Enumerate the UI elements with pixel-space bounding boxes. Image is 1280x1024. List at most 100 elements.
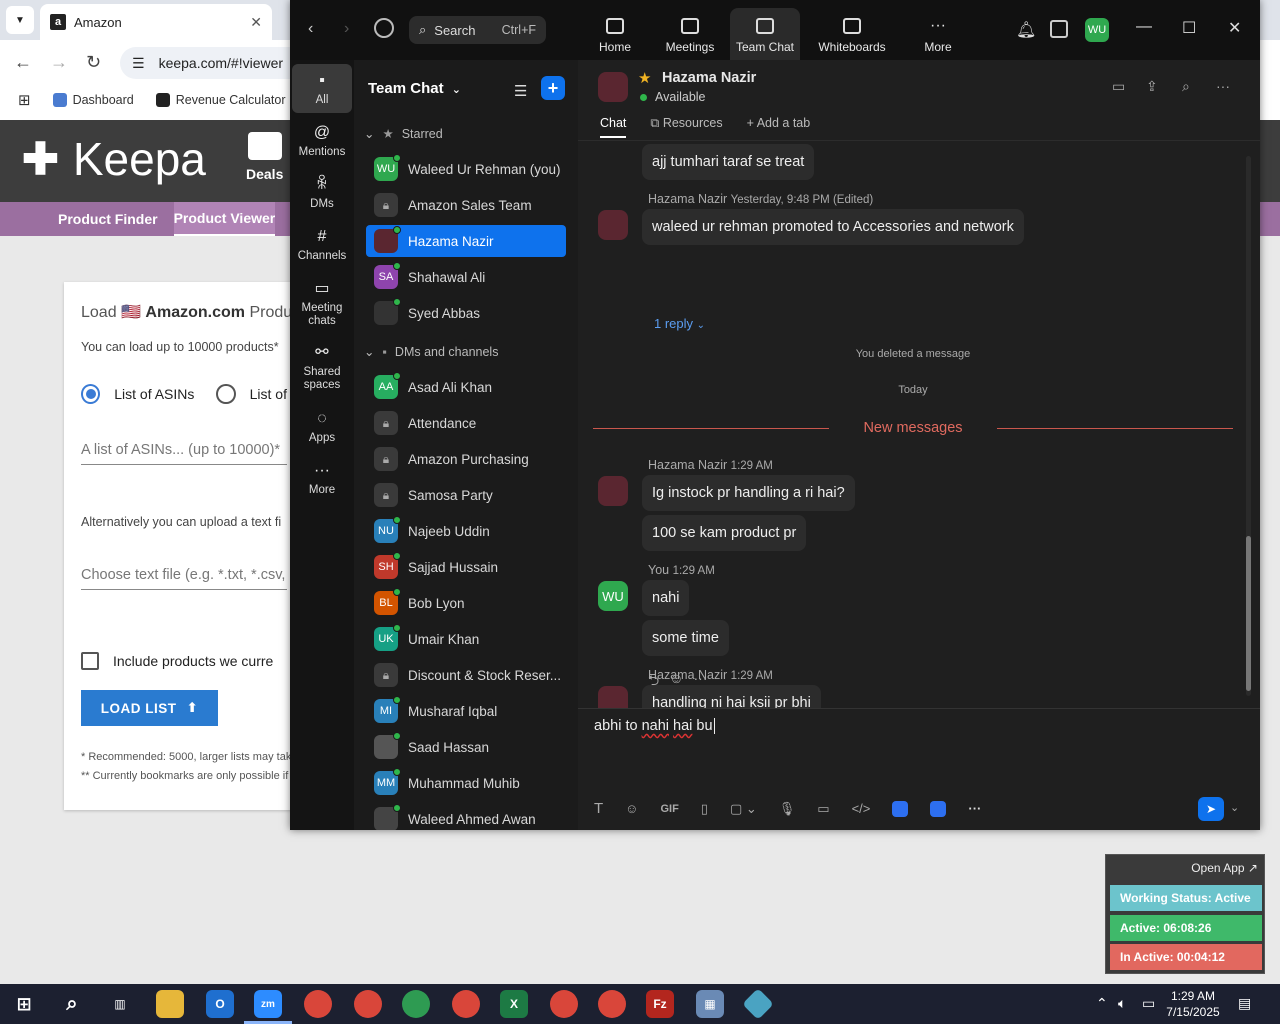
filter-icon[interactable]: ☰ xyxy=(514,82,527,100)
bookmark-revenue-calculator[interactable]: Revenue Calculator xyxy=(155,93,286,107)
calendar-icon[interactable] xyxy=(1050,20,1068,38)
gif-button[interactable]: GIF xyxy=(660,803,678,815)
file-icon[interactable]: ▯ xyxy=(701,801,708,817)
conversation-row[interactable]: Hazama Nazir xyxy=(366,225,566,257)
reload-icon[interactable]: ↻ xyxy=(86,52,101,73)
apps-grid-icon[interactable]: ⊞ xyxy=(18,91,31,109)
video-message-icon[interactable]: ▭ xyxy=(817,801,829,817)
contact-avatar[interactable] xyxy=(598,72,628,102)
tab-meetings[interactable]: Meetings xyxy=(660,8,720,60)
chrome-icon[interactable] xyxy=(550,990,578,1018)
taskbar-clock[interactable]: 1:29 AM 7/15/2025 xyxy=(1160,988,1226,1020)
load-list-button[interactable]: LOAD LIST ⬆ xyxy=(81,690,218,726)
chrome-icon[interactable] xyxy=(304,990,332,1018)
rail-all[interactable]: ▪ All xyxy=(292,64,352,113)
video-off-icon[interactable]: ▭ xyxy=(1112,78,1125,95)
conversation-row[interactable]: WU Waleed Ur Rehman (you) xyxy=(366,153,566,185)
message-compose-input[interactable]: abhi to nahi hai bu xyxy=(594,718,715,734)
send-button[interactable]: ➤ xyxy=(1198,797,1224,821)
forward-arrow-icon[interactable]: → xyxy=(50,52,68,73)
conversation-row[interactable]: MM Muhammad Muhib xyxy=(366,767,566,799)
tab-chat[interactable]: Chat xyxy=(600,116,627,138)
browser-tab-amazon[interactable]: a Amazon ✕ xyxy=(40,4,272,40)
outlook-icon[interactable]: O xyxy=(206,990,234,1018)
code-snippet-icon[interactable]: </> xyxy=(852,801,871,816)
windows-start-icon[interactable]: ⊞ xyxy=(10,990,38,1018)
search-icon[interactable]: ⌕ xyxy=(58,990,86,1018)
profile-avatar[interactable]: WU xyxy=(1085,18,1109,42)
close-tab-icon[interactable]: ✕ xyxy=(250,14,262,31)
keepa-deals-link[interactable]: Deals xyxy=(246,132,283,182)
dms-section-header[interactable]: ⌄ ▪ DMs and channels xyxy=(364,344,498,360)
conversation-row[interactable]: MI Musharaf Iqbal xyxy=(366,695,566,727)
conversation-row[interactable]: SA Shahawal Ali xyxy=(366,261,566,293)
bell-icon[interactable]: 🔔︎ xyxy=(1016,20,1036,39)
conversation-row[interactable]: 🔒︎ Amazon Purchasing xyxy=(366,443,566,475)
tab-whiteboards[interactable]: Whiteboards xyxy=(815,8,889,60)
close-window-icon[interactable]: ✕ xyxy=(1228,18,1241,38)
screenshot-icon[interactable]: ▢ ⌄ xyxy=(730,801,757,817)
conversation-row[interactable]: UK Umair Khan xyxy=(366,623,566,655)
notifications-icon[interactable]: ▤ xyxy=(1238,995,1251,1012)
radio-list-of-other[interactable] xyxy=(216,384,236,404)
text-format-icon[interactable]: T xyxy=(594,800,603,817)
task-view-icon[interactable]: ▥ xyxy=(106,990,134,1018)
rail-mentions[interactable]: @ Mentions xyxy=(292,124,352,159)
message-bubble[interactable]: nahi xyxy=(642,580,690,616)
file-explorer-icon[interactable] xyxy=(156,990,184,1018)
reply-thread-link[interactable]: 1 reply ⌄ xyxy=(654,316,705,331)
app-integration-icon[interactable] xyxy=(892,800,909,817)
keepa-logo[interactable]: ✚ Keepa xyxy=(22,132,206,186)
more-options-icon[interactable]: ··· xyxy=(694,670,708,694)
rail-dms[interactable]: ꆜ DMs xyxy=(292,176,352,211)
more-options-icon[interactable]: ··· xyxy=(968,801,981,816)
network-icon[interactable]: ▭ xyxy=(1142,995,1155,1012)
team-chat-dropdown[interactable]: Team Chat ⌄ xyxy=(368,80,461,97)
include-products-checkbox[interactable] xyxy=(81,652,99,670)
tab-home[interactable]: Home xyxy=(590,8,640,60)
back-icon[interactable]: ‹ xyxy=(308,20,313,38)
rail-more[interactable]: ··· More xyxy=(292,462,352,497)
file-chooser-input[interactable]: Choose text file (e.g. *.txt, *.csv, xyxy=(81,567,287,590)
radio-list-of-asins[interactable] xyxy=(81,384,101,404)
excel-icon[interactable]: X xyxy=(500,990,528,1018)
tab-add[interactable]: + Add a tab xyxy=(747,116,811,138)
app-integration-icon[interactable] xyxy=(930,800,947,817)
conversation-row[interactable]: SH Sajjad Hussain xyxy=(366,551,566,583)
sender-avatar[interactable] xyxy=(598,476,628,506)
my-avatar[interactable]: WU xyxy=(598,581,628,611)
conversation-row[interactable]: 🔒︎ Amazon Sales Team xyxy=(366,189,566,221)
zoom-app-icon[interactable]: zm xyxy=(254,990,282,1018)
conversation-row[interactable]: Saad Hassan xyxy=(366,731,566,763)
more-options-icon[interactable]: ··· xyxy=(1216,78,1230,94)
message-bubble[interactable]: 100 se kam product pr xyxy=(642,515,807,551)
conversation-row[interactable]: Waleed Ahmed Awan xyxy=(366,803,566,830)
conversation-row[interactable]: BL Bob Lyon xyxy=(366,587,566,619)
product-viewer-link[interactable]: Product Viewer xyxy=(173,202,276,236)
conversation-row[interactable]: 🔒︎ Discount & Stock Reser... xyxy=(366,659,566,691)
history-icon[interactable] xyxy=(374,18,394,38)
chevron-up-icon[interactable]: ⌃ xyxy=(1096,995,1108,1012)
sender-avatar[interactable] xyxy=(598,686,628,708)
tab-resources[interactable]: ⧉ Resources xyxy=(650,116,722,138)
search-icon[interactable]: ⌕ xyxy=(1182,78,1190,95)
conversation-row[interactable]: NU Najeeb Uddin xyxy=(366,515,566,547)
star-icon[interactable]: ★ xyxy=(638,69,651,87)
microphone-icon[interactable]: 🎙︎ xyxy=(779,801,796,817)
volume-icon[interactable]: 🔈︎ xyxy=(1118,995,1126,1012)
maximize-icon[interactable]: ☐ xyxy=(1182,18,1196,38)
forward-icon[interactable]: › xyxy=(344,20,349,38)
site-info-icon[interactable]: ☰ xyxy=(132,55,145,72)
chrome-icon[interactable] xyxy=(354,990,382,1018)
zoom-search-box[interactable]: ⌕ Search Ctrl+F xyxy=(409,16,546,44)
conversation-row[interactable]: Syed Abbas xyxy=(366,297,566,329)
reply-icon[interactable]: ⮌ xyxy=(648,670,659,694)
calculator-icon[interactable]: ▦ xyxy=(696,990,724,1018)
tab-team-chat[interactable]: Team Chat xyxy=(730,8,800,60)
chevron-down-icon[interactable]: ⌄ xyxy=(1230,801,1239,814)
product-finder-link[interactable]: Product Finder xyxy=(58,211,158,227)
rail-meeting-chats[interactable]: ▭ Meeting chats xyxy=(292,280,352,328)
tab-more[interactable]: ··· More xyxy=(918,8,958,60)
share-screen-icon[interactable]: ⇪ xyxy=(1146,78,1158,95)
add-reaction-icon[interactable]: ☺ xyxy=(669,670,683,694)
